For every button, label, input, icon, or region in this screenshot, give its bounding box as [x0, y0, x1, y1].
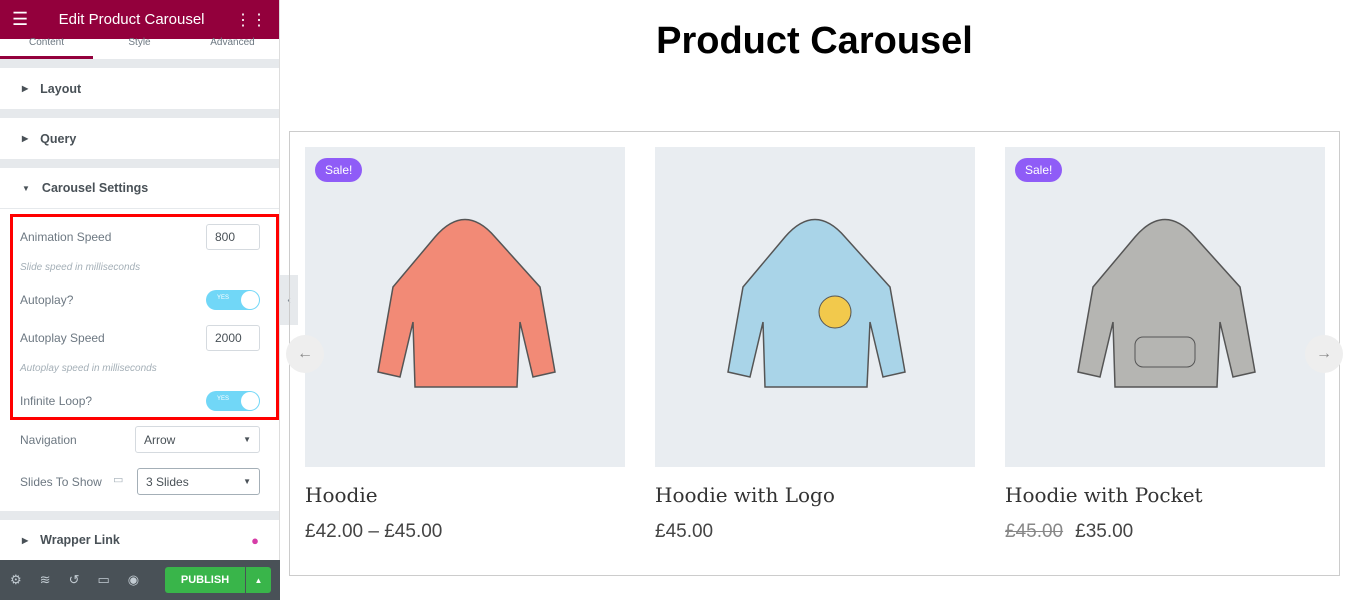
- caret-right-icon: ▶: [22, 84, 29, 93]
- product-image[interactable]: Sale!: [305, 147, 625, 467]
- product-card[interactable]: Sale! Hoodie £42.00 – £45.00: [305, 147, 625, 543]
- section-layout[interactable]: ▶ Layout: [0, 59, 279, 109]
- chevron-down-icon: ▼: [243, 435, 251, 444]
- preview-icon[interactable]: ◉: [128, 572, 139, 588]
- settings-icon[interactable]: ⚙: [10, 572, 22, 588]
- navigation-label: Navigation: [20, 433, 77, 447]
- sale-badge: Sale!: [1015, 158, 1063, 182]
- publish-button[interactable]: PUBLISH: [165, 567, 245, 593]
- addon-badge-icon: ●: [251, 532, 259, 548]
- prev-arrow-button[interactable]: ←: [286, 335, 324, 373]
- section-label: Layout: [40, 81, 82, 96]
- grid-icon[interactable]: ⋮⋮: [235, 10, 267, 30]
- responsive-icon[interactable]: ▭: [97, 572, 109, 588]
- product-name[interactable]: Hoodie with Pocket: [1005, 483, 1325, 507]
- emoji-logo: [818, 295, 852, 329]
- tab-style[interactable]: Style: [93, 38, 186, 59]
- select-value: Arrow: [144, 432, 176, 447]
- old-price: £45.00: [1005, 521, 1064, 542]
- slides-to-show-label: Slides To Show: [20, 475, 102, 489]
- section-query[interactable]: ▶ Query: [0, 109, 279, 159]
- product-card[interactable]: Sale! Hoodie with Pocket £45.00 £35.00: [1005, 147, 1325, 543]
- panel-footer: ⚙ ≋ ↺ ▭ ◉ PUBLISH ▲: [0, 560, 280, 600]
- product-price: £45.00: [655, 521, 714, 542]
- section-carousel-settings[interactable]: ▼ Carousel Settings: [0, 159, 279, 209]
- editor-panel: ☰ Edit Product Carousel ⋮⋮ Content Style…: [0, 0, 280, 600]
- chevron-down-icon: ▼: [243, 477, 251, 486]
- product-image[interactable]: Sale!: [1005, 147, 1325, 467]
- product-price: £42.00 – £45.00: [305, 521, 443, 542]
- product-name[interactable]: Hoodie with Logo: [655, 483, 975, 507]
- desktop-icon[interactable]: ▭: [113, 473, 123, 486]
- caret-right-icon: ▶: [22, 134, 29, 143]
- product-name[interactable]: Hoodie: [305, 483, 625, 507]
- hoodie-image: [727, 218, 906, 388]
- panel-title: Edit Product Carousel: [58, 11, 205, 28]
- select-value: 3 Slides: [146, 474, 189, 489]
- product-price: £45.00 £35.00: [1005, 521, 1325, 543]
- hoodie-image: [1077, 218, 1256, 388]
- product-card[interactable]: Hoodie with Logo £45.00: [655, 147, 975, 543]
- page-title: Product Carousel: [656, 20, 973, 62]
- caret-down-icon: ▼: [22, 183, 30, 193]
- history-icon[interactable]: ↺: [69, 572, 80, 588]
- slides-to-show-select[interactable]: 3 Slides ▼: [137, 468, 260, 495]
- menu-icon[interactable]: ☰: [12, 9, 28, 30]
- layers-icon[interactable]: ≋: [40, 572, 51, 588]
- section-label: Query: [40, 131, 77, 146]
- section-label: Wrapper Link: [40, 533, 120, 547]
- tab-content[interactable]: Content: [0, 38, 93, 59]
- product-image[interactable]: [655, 147, 975, 467]
- sale-price: £35.00: [1075, 521, 1134, 542]
- product-carousel: Sale! Hoodie £42.00 – £45.00 Hoodie with…: [286, 131, 1343, 576]
- publish-options-button[interactable]: ▲: [246, 567, 271, 593]
- hoodie-image: [377, 218, 556, 388]
- panel-header: ☰ Edit Product Carousel ⋮⋮: [0, 0, 279, 39]
- sale-badge: Sale!: [315, 158, 363, 182]
- caret-right-icon: ▶: [22, 535, 29, 545]
- section-label: Carousel Settings: [41, 181, 149, 195]
- highlight-box: [10, 214, 279, 420]
- section-wrapper-link[interactable]: ▶ Wrapper Link ●: [0, 511, 279, 560]
- tab-advanced[interactable]: Advanced: [186, 38, 279, 59]
- next-arrow-button[interactable]: →: [1305, 335, 1343, 373]
- navigation-select[interactable]: Arrow ▼: [135, 426, 260, 453]
